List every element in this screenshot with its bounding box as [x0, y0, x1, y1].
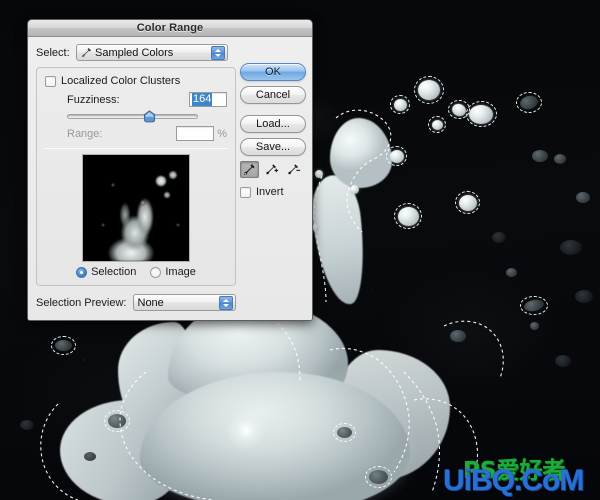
selection-preview-dropdown[interactable]: None	[132, 294, 236, 311]
invert-checkbox[interactable]	[240, 186, 251, 198]
range-input[interactable]	[176, 126, 215, 141]
droplet	[20, 420, 34, 430]
fuzziness-input[interactable]: 164	[189, 92, 227, 107]
ok-button[interactable]: OK	[240, 63, 306, 81]
radio-image-label: Image	[165, 266, 196, 278]
select-dropdown[interactable]: Sampled Colors	[76, 44, 228, 61]
eyedropper-icon	[81, 47, 92, 58]
fuzziness-slider-thumb[interactable]	[143, 110, 156, 123]
droplet	[469, 105, 493, 124]
eyedropper-tool-group	[240, 161, 310, 178]
photoshop-screen: PS爱好者 UiBQ.CoM Color Range Select: Sampl…	[0, 0, 600, 500]
radio-selection[interactable]: Selection	[76, 266, 136, 278]
droplet	[459, 195, 477, 211]
droplet	[55, 340, 72, 351]
droplet	[350, 185, 359, 194]
selection-preview-label: Selection Preview:	[36, 296, 127, 309]
eyedropper-sample-tool[interactable]	[240, 161, 259, 178]
select-value: Sampled Colors	[95, 46, 174, 59]
droplet	[108, 414, 126, 428]
eyedropper-add-tool[interactable]	[262, 161, 281, 178]
fuzziness-label: Fuzziness:	[67, 93, 120, 106]
invert-label: Invert	[256, 186, 284, 198]
droplet	[315, 170, 323, 178]
fuzziness-row: Fuzziness: 164	[45, 92, 227, 107]
localized-clusters-label: Localized Color Clusters	[61, 75, 181, 87]
fuzziness-slider-track[interactable]	[67, 114, 198, 119]
droplet	[369, 470, 388, 484]
dialog-titlebar[interactable]: Color Range	[28, 20, 312, 37]
droplet	[450, 330, 466, 342]
dialog-button-column: OK Cancel Load... Save... Invert	[240, 63, 310, 198]
droplet	[554, 154, 566, 164]
droplet	[418, 80, 440, 100]
radio-image-indicator[interactable]	[150, 266, 162, 278]
save-button[interactable]: Save...	[240, 138, 306, 156]
droplet	[576, 192, 590, 203]
fuzziness-value: 164	[192, 93, 213, 106]
radio-selection-indicator[interactable]	[76, 266, 88, 278]
radio-image[interactable]: Image	[150, 266, 196, 278]
load-button[interactable]: Load...	[240, 115, 306, 133]
droplet	[560, 240, 582, 255]
mask-preview-image	[83, 155, 189, 261]
cancel-button[interactable]: Cancel	[240, 86, 306, 104]
selection-preview-stepper-icon[interactable]	[219, 296, 233, 310]
invert-row[interactable]: Invert	[240, 186, 310, 198]
range-row: Range: %	[45, 126, 227, 141]
range-label: Range:	[67, 127, 103, 140]
droplet	[337, 427, 352, 438]
select-label: Select:	[36, 46, 70, 59]
dialog-left-column: Select: Sampled Colors Localized Color C…	[36, 44, 236, 311]
dialog-title: Color Range	[136, 22, 204, 34]
color-range-dialog: Color Range Select: Sampled Colors Local…	[27, 19, 313, 321]
droplet	[84, 452, 96, 461]
preview-mode-radio-group: Selection Image	[45, 266, 227, 278]
select-row: Select: Sampled Colors	[36, 44, 236, 61]
droplet	[394, 99, 407, 111]
fuzziness-group: Localized Color Clusters Fuzziness: 164	[36, 67, 236, 286]
range-unit: %	[217, 127, 227, 140]
droplet	[506, 268, 517, 277]
radio-selection-label: Selection	[91, 266, 137, 278]
droplet	[432, 120, 443, 130]
droplet	[530, 322, 539, 330]
eyedropper-subtract-tool[interactable]	[284, 161, 303, 178]
localized-clusters-row[interactable]: Localized Color Clusters	[45, 75, 227, 87]
droplet	[398, 207, 419, 226]
droplet	[532, 150, 548, 162]
select-stepper-icon[interactable]	[211, 46, 225, 60]
mask-preview[interactable]	[82, 154, 190, 262]
droplet	[390, 150, 404, 163]
droplet	[312, 224, 319, 231]
fuzziness-slider[interactable]	[67, 109, 198, 123]
selection-preview-value: None	[137, 296, 164, 309]
selection-preview-row: Selection Preview: None	[36, 294, 236, 311]
dialog-body: Select: Sampled Colors Localized Color C…	[28, 37, 312, 320]
localized-clusters-checkbox[interactable]	[45, 75, 56, 87]
group-divider	[45, 148, 227, 149]
droplet	[555, 355, 571, 367]
droplet	[575, 290, 593, 303]
droplet	[492, 232, 506, 243]
